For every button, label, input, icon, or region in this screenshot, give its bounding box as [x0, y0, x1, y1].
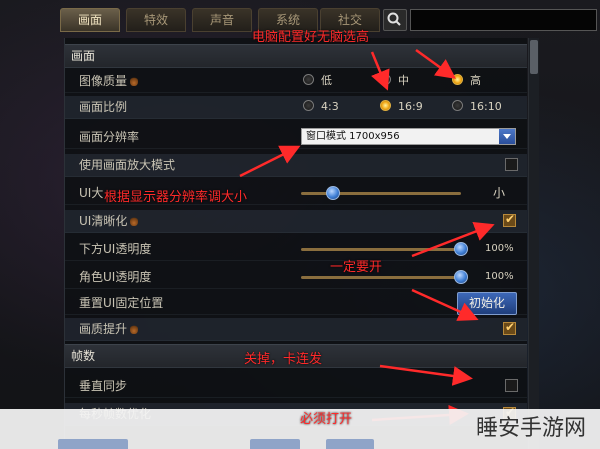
row-ui-sharpen: UI清晰化	[65, 210, 527, 233]
aspect-16-9-label: 16:9	[398, 100, 423, 113]
settings-panel: 画面 图像质量 低 中 高 画面比例 4:3 16:9 16:10 画面分辨率 …	[64, 38, 527, 449]
search-input[interactable]	[410, 9, 597, 31]
quality-boost-checkbox[interactable]	[503, 320, 516, 335]
aspect-16-9-radio[interactable]	[380, 100, 391, 111]
annotation-select-high: 电脑配置好无脑选高	[252, 30, 370, 45]
ui-size-value: 小	[493, 186, 506, 200]
quality-mid-radio[interactable]	[380, 74, 391, 85]
game-settings-screen: 画面 特效 声音 系统 社交 画面 图像质量 低 中 高 画面比例 4:3 16…	[0, 0, 600, 449]
aspect-4-3-label: 4:3	[321, 100, 339, 113]
aspect-16-10-label: 16:10	[470, 100, 502, 113]
watermark-text: 睡安手游网	[476, 416, 587, 441]
search-button[interactable]	[383, 9, 407, 31]
chevron-down-icon[interactable]	[499, 129, 515, 144]
row-reset-ui: 重置UI固定位置 初始化	[65, 292, 527, 315]
section-title-display: 画面	[71, 49, 96, 63]
resolution-value: 窗口模式 1700x956	[306, 131, 400, 142]
lower-ui-opacity-slider-thumb[interactable]	[454, 242, 468, 256]
tab-system[interactable]: 系统	[258, 8, 318, 32]
aspect-16-10-radio[interactable]	[452, 100, 463, 111]
section-title-fps: 帧数	[71, 349, 96, 363]
image-quality-label: 图像质量	[79, 74, 128, 88]
vsync-label: 垂直同步	[79, 379, 128, 393]
quality-high-radio[interactable]	[452, 74, 463, 85]
aspect-ratio-label: 画面比例	[79, 100, 128, 114]
row-quality-boost: 画质提升	[65, 318, 527, 341]
lower-ui-opacity-label: 下方UI透明度	[79, 242, 152, 256]
search-icon	[387, 12, 401, 26]
annotation-must-open: 必须打开	[300, 412, 353, 427]
bottom-button-mid[interactable]	[250, 439, 300, 449]
flame-icon	[130, 324, 139, 334]
role-ui-opacity-label: 角色UI透明度	[79, 270, 152, 284]
ui-sharpen-checkbox[interactable]	[503, 212, 516, 227]
settings-tab-bar: 画面 特效 声音 系统 社交	[50, 6, 600, 32]
zoom-mode-label: 使用画面放大模式	[79, 158, 176, 172]
tab-social[interactable]: 社交	[320, 8, 380, 32]
flame-icon	[130, 216, 139, 226]
quality-mid-label: 中	[398, 74, 409, 87]
row-lower-ui-opacity: 下方UI透明度 100%	[65, 238, 527, 261]
bottom-button-left[interactable]	[58, 439, 128, 449]
lower-ui-opacity-value: 100%	[485, 243, 514, 254]
reset-ui-label: 重置UI固定位置	[79, 296, 164, 310]
section-header-display: 画面	[65, 44, 527, 68]
flame-icon	[130, 76, 139, 86]
scrollbar-thumb[interactable]	[530, 40, 538, 74]
zoom-mode-checkbox[interactable]	[505, 158, 518, 171]
role-ui-opacity-slider-track[interactable]	[301, 276, 461, 279]
ui-sharpen-label: UI清晰化	[79, 214, 128, 228]
ui-size-label: UI大	[79, 186, 104, 200]
bottom-button-right[interactable]	[326, 439, 374, 449]
row-zoom-mode: 使用画面放大模式	[65, 154, 527, 177]
row-resolution: 画面分辨率 窗口模式 1700x956	[65, 126, 527, 149]
quality-low-radio[interactable]	[303, 74, 314, 85]
quality-high-label: 高	[470, 74, 481, 87]
tab-sound[interactable]: 声音	[192, 8, 252, 32]
ui-size-slider-thumb[interactable]	[326, 186, 340, 200]
annotation-resolution-size: 根据显示器分辨率调大小	[104, 190, 248, 205]
resolution-dropdown[interactable]: 窗口模式 1700x956	[301, 128, 516, 145]
settings-scrollbar[interactable]	[528, 38, 539, 449]
aspect-4-3-radio[interactable]	[303, 100, 314, 111]
quality-low-label: 低	[321, 74, 332, 87]
vsync-checkbox[interactable]	[505, 379, 518, 392]
row-role-ui-opacity: 角色UI透明度 100%	[65, 266, 527, 289]
annotation-turn-off: 关掉，卡连发	[244, 352, 323, 367]
row-vsync: 垂直同步	[65, 375, 527, 398]
ui-size-slider-track[interactable]	[301, 192, 461, 195]
reset-ui-button[interactable]: 初始化	[457, 292, 517, 315]
tab-effects[interactable]: 特效	[126, 8, 186, 32]
row-image-quality: 图像质量 低 中 高	[65, 70, 527, 93]
annotation-must-enable: 一定要开	[330, 260, 383, 275]
role-ui-opacity-slider-thumb[interactable]	[454, 270, 468, 284]
role-ui-opacity-value: 100%	[485, 271, 514, 282]
tab-display[interactable]: 画面	[60, 8, 120, 32]
lower-ui-opacity-slider-track[interactable]	[301, 248, 461, 251]
row-aspect-ratio: 画面比例 4:3 16:9 16:10	[65, 96, 527, 119]
resolution-label: 画面分辨率	[79, 130, 140, 144]
quality-boost-label: 画质提升	[79, 322, 128, 336]
